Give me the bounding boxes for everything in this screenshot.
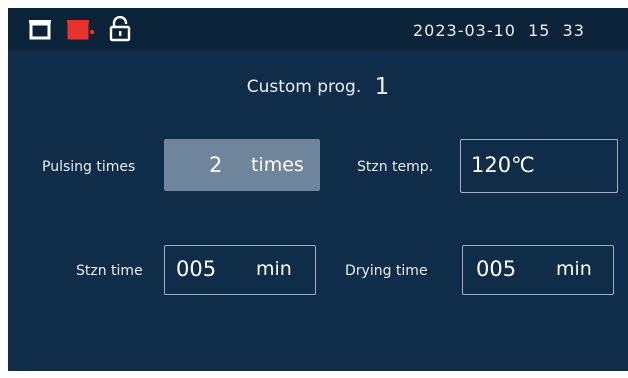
hour-text: 15 [528,21,551,40]
stzn-temp-value: 120℃ [471,153,535,177]
pulsing-times-label: Pulsing times [42,159,136,175]
pulsing-times-unit: times [251,154,304,176]
status-bar: 2023-03-10 15 33 [8,8,628,50]
stzn-time-field[interactable]: 005 min [164,245,316,295]
controller-screen: 2023-03-10 15 33 Custom prog. 1 Pulsing … [8,8,628,371]
stzn-temp-label: Stzn temp. [357,159,434,175]
unlocked-padlock-icon[interactable] [108,15,132,46]
stzn-time-label: Stzn time [76,263,143,279]
drying-time-label: Drying time [345,263,428,279]
stzn-time-unit: min [256,258,292,280]
program-title: Custom prog. 1 [8,72,628,100]
basket-icon[interactable] [28,18,52,44]
basket-heating-icon[interactable] [66,18,96,44]
program-number: 1 [374,74,390,100]
program-title-label: Custom prog. [246,77,362,97]
date-time: 2023-03-10 15 33 [413,21,591,40]
minute-text: 33 [562,21,585,40]
pulsing-times-field[interactable]: 2 times [164,139,320,191]
stzn-time-value: 005 [176,257,217,281]
drying-time-unit: min [556,258,592,280]
stzn-temp-field[interactable]: 120℃ [460,139,618,193]
pulsing-times-value: 2 [209,153,223,177]
drying-time-value: 005 [476,257,517,281]
drying-time-field[interactable]: 005 min [462,245,614,295]
date-text: 2023-03-10 [413,21,516,40]
